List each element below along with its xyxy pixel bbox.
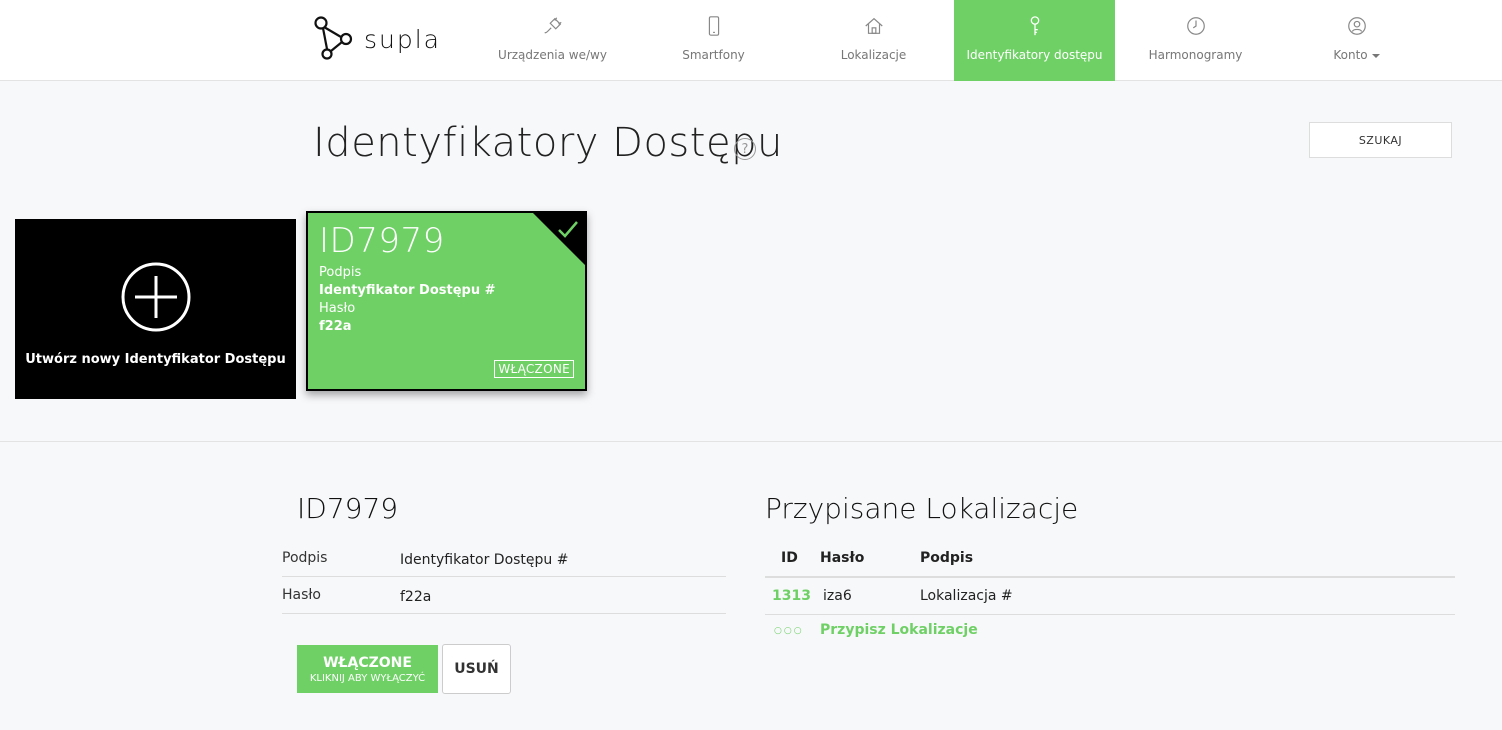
clock-icon	[1184, 13, 1208, 39]
account-label-text: Konto	[1333, 48, 1368, 62]
top-navbar: supla Urządzenia we/wy Smartfony Lokaliz…	[0, 0, 1502, 81]
card-status-badge: WŁĄCZONE	[494, 360, 574, 378]
nav-item-devices[interactable]: Urządzenia we/wy	[472, 0, 633, 81]
detail-row-password: Hasło f22a	[282, 577, 726, 614]
search-button[interactable]: SZUKAJ	[1309, 122, 1452, 158]
more-dots-icon: ○○○	[774, 626, 804, 636]
table-row[interactable]: 1313 iza6 Lokalizacja #	[765, 578, 1455, 615]
detail-password-value[interactable]: f22a	[400, 589, 431, 605]
key-icon	[1023, 13, 1047, 39]
detail-caption-label: Podpis	[282, 550, 328, 566]
help-icon[interactable]: ?	[734, 138, 756, 160]
create-access-id-card[interactable]: Utwórz nowy Identyfikator Dostępu	[15, 219, 296, 399]
detail-row-caption: Podpis Identyfikator Dostępu #	[282, 540, 726, 577]
nav-item-schedules[interactable]: Harmonogramy	[1115, 0, 1276, 81]
user-icon	[1345, 13, 1369, 39]
row-location-password: iza6	[823, 588, 852, 604]
chevron-down-icon	[1371, 53, 1380, 58]
section-divider	[0, 441, 1502, 442]
detail-caption-value[interactable]: Identyfikator Dostępu #	[400, 552, 568, 568]
nav-item-account[interactable]: Konto	[1276, 0, 1437, 81]
home-icon	[862, 13, 886, 39]
delete-button[interactable]: USUŃ	[442, 644, 511, 694]
check-icon	[558, 221, 578, 238]
supla-logo-icon	[314, 16, 353, 60]
nav-label-account: Konto	[1333, 48, 1380, 62]
nav-label-locations: Lokalizacje	[840, 48, 907, 62]
card-caption-value: Identyfikator Dostępu #	[319, 283, 496, 298]
plug-icon	[541, 13, 565, 39]
smartphone-icon	[702, 13, 726, 39]
card-caption-label: Podpis	[319, 265, 362, 280]
nav-label-devices: Urządzenia we/wy	[498, 48, 607, 62]
column-header-caption: Podpis	[920, 550, 974, 566]
toggle-enabled-main-label: WŁĄCZONE	[323, 654, 412, 671]
nav-item-access-ids[interactable]: Identyfikatory dostępu	[954, 0, 1115, 81]
assigned-locations-title: Przypisane Lokalizacje	[765, 492, 1079, 525]
toggle-enabled-button[interactable]: WŁĄCZONE KLIKNIJ ABY WYŁĄCZYĆ	[297, 645, 438, 693]
detail-title: ID7979	[297, 492, 399, 525]
nav-label-schedules: Harmonogramy	[1148, 48, 1243, 62]
card-id: ID7979	[319, 221, 445, 261]
brand-name: supla	[364, 24, 442, 54]
nav-label-access-ids: Identyfikatory dostępu	[966, 48, 1103, 62]
toggle-enabled-sub-label: KLIKNIJ ABY WYŁĄCZYĆ	[309, 672, 426, 684]
card-password-label: Hasło	[319, 301, 356, 316]
row-location-id[interactable]: 1313	[772, 588, 811, 604]
detail-password-label: Hasło	[282, 587, 321, 603]
plus-circle-icon	[121, 262, 190, 332]
nav-item-locations[interactable]: Lokalizacje	[793, 0, 954, 81]
card-password-value: f22a	[319, 319, 352, 334]
assigned-table-header: ID Hasło Podpis	[765, 540, 1455, 578]
row-location-caption: Lokalizacja #	[920, 588, 1013, 604]
access-id-card[interactable]: ID7979 Podpis Identyfikator Dostępu # Ha…	[306, 211, 587, 391]
supla-logo[interactable]: supla	[314, 16, 441, 62]
create-access-id-label: Utwórz nowy Identyfikator Dostępu	[25, 352, 286, 367]
nav-label-smartphones: Smartfony	[682, 48, 745, 62]
column-header-id: ID	[781, 550, 798, 566]
nav-item-smartphones[interactable]: Smartfony	[633, 0, 794, 81]
assign-locations-label: Przypisz Lokalizacje	[820, 622, 978, 638]
page-title: Identyfikatory Dostępu	[313, 120, 783, 166]
column-header-password: Hasło	[820, 550, 865, 566]
